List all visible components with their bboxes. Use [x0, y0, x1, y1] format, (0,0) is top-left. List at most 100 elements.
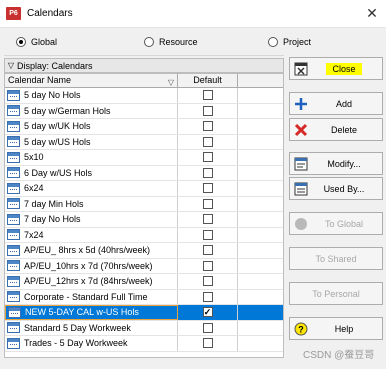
default-checkbox[interactable] — [202, 260, 213, 271]
to-shared-button[interactable]: To Shared — [289, 247, 383, 270]
default-cell — [178, 134, 238, 149]
column-header-default[interactable]: Default — [178, 74, 238, 87]
column-header-calendar-name-label: Calendar Name — [8, 75, 72, 85]
p6-app-icon: P6 — [6, 7, 21, 20]
close-button[interactable]: Close — [289, 57, 383, 80]
window-close-icon[interactable]: ✕ — [364, 4, 380, 22]
delete-x-icon — [290, 123, 312, 137]
column-header-calendar-name[interactable]: Calendar Name ▽ — [5, 74, 178, 87]
calendar-icon — [7, 244, 20, 256]
table-row[interactable]: 6x24 — [5, 181, 283, 197]
calendar-icon — [7, 151, 20, 163]
used-by-button[interactable]: Used By... — [289, 177, 383, 200]
default-checkbox[interactable] — [202, 214, 213, 225]
calendar-name-cell[interactable]: Standard 5 Day Workweek — [5, 320, 178, 335]
default-checkbox[interactable] — [202, 322, 213, 333]
add-plus-icon — [290, 97, 312, 111]
default-checkbox[interactable] — [202, 183, 213, 194]
calendar-icon — [7, 260, 20, 272]
default-checkbox[interactable]: ✓ — [202, 307, 213, 318]
table-row[interactable]: 5x10 — [5, 150, 283, 166]
calendar-name-cell[interactable]: NEW 5-DAY CAL w-US Hols — [5, 305, 178, 320]
table-row[interactable]: 7 day No Hols — [5, 212, 283, 228]
table-row[interactable]: 7x24 — [5, 227, 283, 243]
default-checkbox[interactable] — [202, 136, 213, 147]
to-personal-button-label: To Personal — [312, 288, 360, 299]
used-by-window-icon — [290, 182, 312, 196]
default-cell — [178, 274, 238, 289]
calendar-name: 6x24 — [24, 183, 44, 194]
calendar-name-cell[interactable]: AP/EU_10hrs x 7d (70hrs/week) — [5, 258, 178, 273]
calendar-name-cell[interactable]: Trades - 5 Day Workweek — [5, 336, 178, 351]
delete-button[interactable]: Delete — [289, 118, 383, 141]
to-personal-button[interactable]: To Personal — [289, 282, 383, 305]
radio-global[interactable]: Global — [16, 37, 57, 47]
table-row[interactable]: Standard 5 Day Workweek — [5, 320, 283, 336]
filter-icon[interactable]: ▽ — [168, 76, 174, 89]
add-button[interactable]: Add — [289, 92, 383, 115]
calendar-name-cell[interactable]: 7 day No Hols — [5, 212, 178, 227]
calendar-name: 7 day No Hols — [24, 214, 81, 225]
table-row[interactable]: 5 day No Hols — [5, 88, 283, 104]
calendar-icon — [7, 105, 20, 117]
default-checkbox[interactable] — [202, 167, 213, 178]
radio-project[interactable]: Project — [268, 37, 311, 47]
table-row[interactable]: AP/EU_ 8hrs x 5d (40hrs/week) — [5, 243, 283, 259]
calendar-name-cell[interactable]: 5x10 — [5, 150, 178, 165]
table-row[interactable]: 5 day w/UK Hols — [5, 119, 283, 135]
default-checkbox[interactable] — [202, 291, 213, 302]
default-checkbox[interactable] — [202, 121, 213, 132]
radio-project-dot[interactable] — [268, 37, 278, 47]
table-row[interactable]: Corporate - Standard Full Time — [5, 289, 283, 305]
table-row[interactable]: Trades - 5 Day Workweek — [5, 336, 283, 352]
default-checkbox[interactable] — [202, 90, 213, 101]
default-checkbox[interactable] — [202, 105, 213, 116]
default-cell — [178, 88, 238, 103]
default-cell — [178, 181, 238, 196]
default-cell — [178, 119, 238, 134]
default-checkbox[interactable] — [202, 198, 213, 209]
calendar-name-cell[interactable]: AP/EU_ 8hrs x 5d (40hrs/week) — [5, 243, 178, 258]
calendar-name-cell[interactable]: 7 day Min Hols — [5, 196, 178, 211]
radio-resource-dot[interactable] — [144, 37, 154, 47]
calendar-name-cell[interactable]: 5 day No Hols — [5, 88, 178, 103]
radio-global-dot[interactable] — [16, 37, 26, 47]
default-checkbox[interactable] — [202, 229, 213, 240]
default-cell — [178, 258, 238, 273]
table-row[interactable]: 6 Day w/US Hols — [5, 165, 283, 181]
radio-resource[interactable]: Resource — [144, 37, 198, 47]
table-row[interactable]: NEW 5-DAY CAL w-US Hols ✓ — [5, 305, 283, 321]
calendar-name-cell[interactable]: 5 day w/US Hols — [5, 134, 178, 149]
calendar-name-cell[interactable]: 7x24 — [5, 227, 178, 242]
modify-button[interactable]: Modify... — [289, 152, 383, 175]
calendar-name: Trades - 5 Day Workweek — [24, 338, 128, 349]
table-row[interactable]: 5 day w/US Hols — [5, 134, 283, 150]
calendar-name-cell[interactable]: 5 day w/German Hols — [5, 103, 178, 118]
help-button[interactable]: ? Help — [289, 317, 383, 340]
default-checkbox[interactable] — [202, 152, 213, 163]
calendar-name-cell[interactable]: 6x24 — [5, 181, 178, 196]
calendar-name-cell[interactable]: AP/EU_12hrs x 7d (84hrs/week) — [5, 274, 178, 289]
table-row[interactable]: AP/EU_10hrs x 7d (70hrs/week) — [5, 258, 283, 274]
calendar-name-cell[interactable]: 5 day w/UK Hols — [5, 119, 178, 134]
display-bar[interactable]: ▽ Display: Calendars — [4, 58, 284, 73]
default-checkbox[interactable] — [202, 338, 213, 349]
help-question-icon: ? — [290, 322, 312, 336]
calendar-icon — [7, 213, 20, 225]
calendar-icon — [7, 89, 20, 101]
to-global-button[interactable]: To Global — [289, 212, 383, 235]
calendar-name-cell[interactable]: 6 Day w/US Hols — [5, 165, 178, 180]
calendar-icon — [7, 229, 20, 241]
default-checkbox[interactable] — [202, 245, 213, 256]
table-row[interactable]: 7 day Min Hols — [5, 196, 283, 212]
calendar-name-cell[interactable]: Corporate - Standard Full Time — [5, 289, 178, 304]
table-row[interactable]: 5 day w/German Hols — [5, 103, 283, 119]
table-row[interactable]: AP/EU_12hrs x 7d (84hrs/week) — [5, 274, 283, 290]
chevron-down-icon[interactable]: ▽ — [5, 61, 17, 70]
default-cell — [178, 212, 238, 227]
default-checkbox[interactable] — [202, 276, 213, 287]
calendar-name: 5 day No Hols — [24, 90, 81, 101]
to-shared-button-label: To Shared — [315, 253, 357, 264]
add-button-label: Add — [335, 98, 352, 109]
scope-radio-group: Global Resource Project — [4, 30, 311, 56]
